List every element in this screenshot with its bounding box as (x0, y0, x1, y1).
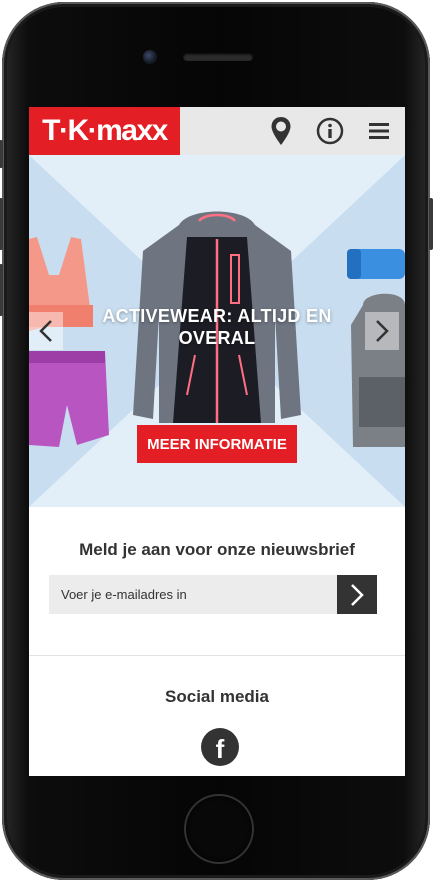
social-media-title: Social media (165, 687, 269, 706)
logo-text: T·K·maxx (42, 114, 168, 147)
menu-icon[interactable] (363, 115, 395, 147)
carousel-prev-button[interactable] (29, 312, 63, 350)
info-icon[interactable] (314, 115, 346, 147)
tkmaxx-logo[interactable]: T·K·maxx (29, 107, 180, 155)
site-header: T·K·maxx (29, 107, 405, 155)
hero-title: ACTIVEWEAR: ALTIJD EN OVERAL (102, 306, 332, 348)
phone-screen: T·K·maxx ACTIVEWEAR: ALTIJD EN OVERAL ME… (29, 107, 405, 776)
silent-switch (0, 140, 3, 168)
volume-up-button (0, 198, 3, 250)
section-divider (29, 655, 405, 656)
newsletter-email-input[interactable] (49, 575, 337, 614)
newsletter-submit-button[interactable] (337, 575, 377, 614)
chevron-right-icon (351, 583, 364, 606)
chevron-right-icon (376, 320, 389, 342)
location-pin-icon[interactable] (265, 115, 297, 147)
front-camera (143, 50, 157, 64)
volume-down-button (0, 264, 3, 316)
carousel-next-button[interactable] (365, 312, 399, 350)
home-button[interactable] (186, 796, 252, 862)
power-button (429, 198, 433, 250)
more-info-button[interactable]: MEER INFORMATIE (137, 425, 297, 463)
earpiece-speaker (183, 53, 253, 61)
facebook-glyph: f (215, 733, 225, 764)
facebook-icon[interactable]: f (201, 728, 239, 766)
newsletter-title: Meld je aan voor onze nieuwsbrief (79, 540, 355, 559)
hero-carousel[interactable]: ACTIVEWEAR: ALTIJD EN OVERAL MEER INFORM… (29, 155, 405, 507)
chevron-left-icon (39, 320, 52, 342)
bottle-image (347, 249, 405, 279)
